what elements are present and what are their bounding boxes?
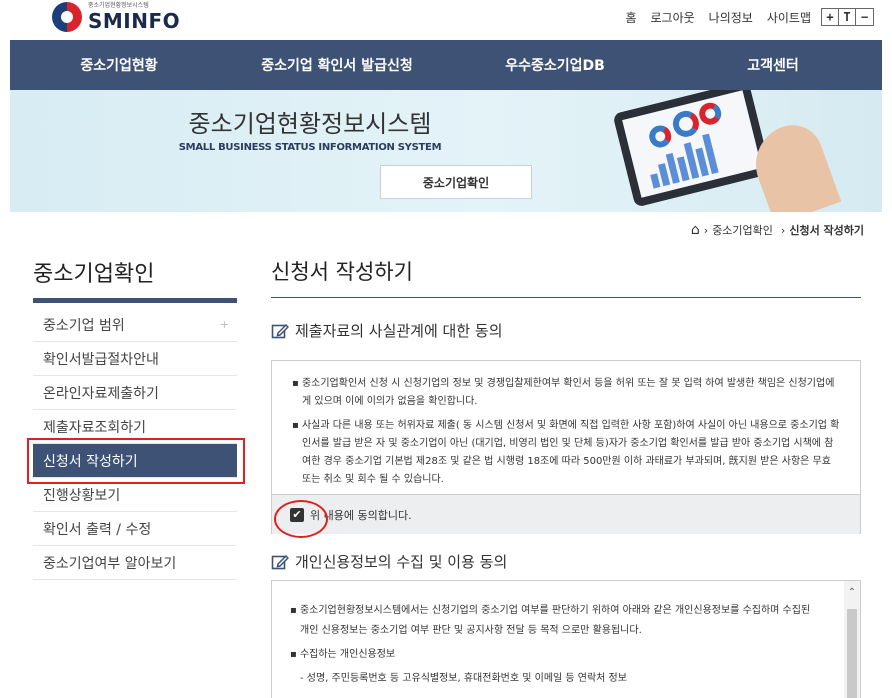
sidebar-item-online-submit[interactable]: 온라인자료제출하기 — [33, 376, 237, 410]
banner-title: 중소기업현황정보시스템 — [188, 110, 432, 138]
breadcrumb-current: 신청서 작성하기 — [789, 224, 864, 237]
nav-item-certificate[interactable]: 중소기업 확인서 발급신청 — [228, 40, 446, 90]
consent-check-row[interactable]: ✔ 위 내용에 동의합니다. — [272, 494, 860, 534]
sidebar-item-print-edit[interactable]: 확인서 출력 / 수정 — [33, 512, 237, 546]
consent-paragraph: ▪ 사실과 다른 내용 또는 허위자료 제출( 동 시스템 신청서 및 화면에 … — [292, 420, 840, 485]
plus-icon: + — [219, 318, 229, 331]
utility-links: 홈 로그아웃 나의정보 사이트맵 + T − — [611, 8, 874, 26]
credit-info-text: ▪ 중소기업현황정보시스템에서는 신청기업의 중소기업 여부를 판단하기 위하여… — [272, 581, 860, 689]
consent-box: ▪ 중소기업확인서 신청 시 신청기업의 정보 및 경쟁입찰제한여부 확인서 등… — [271, 360, 861, 534]
consent-paragraph: ▪ 중소기업확인서 신청 시 신청기업의 정보 및 경쟁입찰제한여부 확인서 등… — [292, 378, 835, 407]
home-icon[interactable]: ⌂ — [691, 222, 700, 238]
nav-item-customer-center[interactable]: 고객센터 — [664, 40, 882, 90]
logo-icon — [52, 2, 82, 32]
credit-paragraph: ▪ 수집하는 개인신용정보 — [290, 649, 396, 660]
home-link[interactable]: 홈 — [625, 9, 636, 26]
credit-info-box: ▪ 중소기업현황정보시스템에서는 신청기업의 중소기업 여부를 판단하기 위하여… — [271, 580, 861, 698]
font-reset-button[interactable]: T — [839, 9, 856, 25]
scroll-up-icon[interactable]: ⌃ — [844, 587, 860, 598]
nav-item-status[interactable]: 중소기업현황 — [10, 40, 228, 90]
logo-title: SMINFO — [88, 9, 181, 33]
credit-paragraph: - 성명, 주민등록번호 등 고유식별정보, 휴대전화번호 및 이메일 등 연락… — [300, 673, 627, 684]
font-size-controls: + T − — [821, 8, 874, 26]
section-title-credit: 개인신용정보의 수집 및 이용 동의 — [271, 551, 507, 572]
sidebar-title: 중소기업확인 — [33, 262, 155, 287]
tablet-illustration — [612, 90, 772, 208]
scrollbar[interactable]: ⌃ — [844, 581, 860, 698]
top-bar: 중소기업현황정보시스템 SMINFO 홈 로그아웃 나의정보 사이트맵 + T … — [0, 0, 892, 40]
credit-paragraph: ▪ 중소기업현황정보시스템에서는 신청기업의 중소기업 여부를 판단하기 위하여… — [290, 605, 811, 636]
banner-button[interactable]: 중소기업확인 — [380, 165, 532, 199]
scrollbar-thumb[interactable] — [847, 609, 857, 698]
sidebar-item-procedure[interactable]: 확인서발급절차안내 — [33, 342, 237, 376]
logout-link[interactable]: 로그아웃 — [650, 9, 694, 26]
my-info-link[interactable]: 나의정보 — [709, 9, 753, 26]
title-divider — [271, 297, 861, 298]
highlight-circle — [274, 500, 328, 538]
breadcrumb: ⌂ › 중소기업확인 › 신청서 작성하기 — [690, 222, 864, 238]
highlight-box — [27, 438, 245, 484]
page-title: 신청서 작성하기 — [271, 260, 413, 284]
edit-icon — [271, 323, 289, 338]
nav-item-excellent-db[interactable]: 우수중소기업DB — [446, 40, 664, 90]
font-decrease-button[interactable]: − — [856, 9, 873, 25]
banner: 중소기업현황정보시스템 SMALL BUSINESS STATUS INFORM… — [10, 90, 882, 212]
font-increase-button[interactable]: + — [822, 9, 839, 25]
site-logo[interactable]: 중소기업현황정보시스템 SMINFO — [52, 2, 180, 32]
sidebar-item-label: 중소기업 범위 — [43, 317, 125, 334]
main-nav: 중소기업현황 중소기업 확인서 발급신청 우수중소기업DB 고객센터 — [10, 40, 882, 90]
edit-icon — [271, 554, 289, 569]
section-title-text: 제출자료의 사실관계에 대한 동의 — [295, 322, 503, 340]
section-title-text: 개인신용정보의 수집 및 이용 동의 — [295, 553, 508, 571]
consent-text: ▪ 중소기업확인서 신청 시 신청기업의 정보 및 경쟁입찰제한여부 확인서 등… — [272, 361, 860, 494]
sidebar-divider — [33, 298, 237, 303]
sidebar-item-scope[interactable]: 중소기업 범위 + — [33, 308, 237, 342]
section-title-consent: 제출자료의 사실관계에 대한 동의 — [271, 320, 503, 341]
banner-subtitle: SMALL BUSINESS STATUS INFORMATION SYSTEM — [178, 142, 442, 153]
sidebar-item-eligibility[interactable]: 중소기업여부 알아보기 — [33, 546, 237, 580]
breadcrumb-item[interactable]: 중소기업확인 — [712, 222, 773, 238]
sitemap-link[interactable]: 사이트맵 — [767, 9, 811, 26]
